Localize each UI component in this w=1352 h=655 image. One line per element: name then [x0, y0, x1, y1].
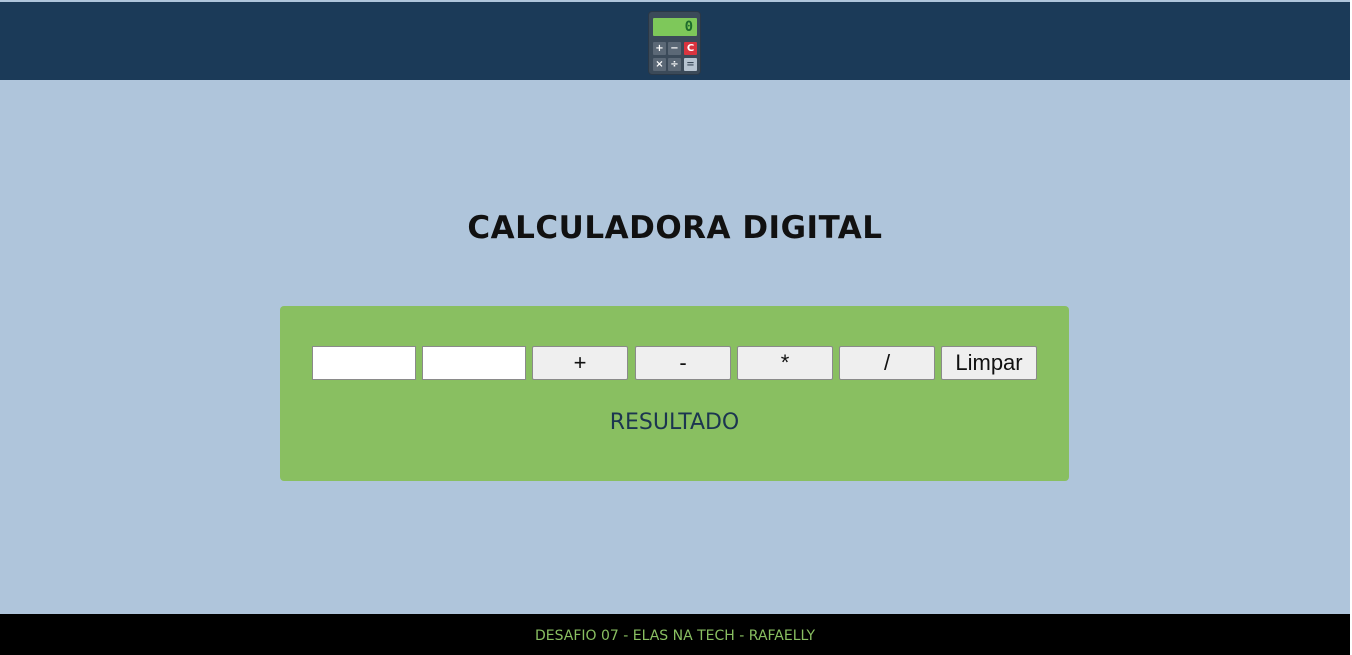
logo-key-times: × [653, 58, 666, 71]
calculator-logo-icon: 0 + − C × ÷ = [648, 11, 701, 75]
second-number-input[interactable] [422, 346, 526, 380]
add-button[interactable]: + [532, 346, 628, 380]
clear-button[interactable]: Limpar [941, 346, 1037, 380]
page-title: CALCULADORA DIGITAL [467, 210, 883, 246]
result-text: RESULTADO [609, 410, 740, 435]
logo-key-minus: − [668, 42, 681, 55]
logo-key-clear: C [684, 42, 697, 55]
logo-key-equals: = [684, 58, 697, 71]
subtract-button[interactable]: - [635, 346, 731, 380]
multiply-button[interactable]: * [737, 346, 833, 380]
header: 0 + − C × ÷ = [0, 2, 1350, 80]
calculator-panel: + - * / Limpar RESULTADO [280, 306, 1069, 481]
logo-key-divide: ÷ [668, 58, 681, 71]
footer: DESAFIO 07 - ELAS NA TECH - RAFAELLY [0, 614, 1350, 655]
footer-text: DESAFIO 07 - ELAS NA TECH - RAFAELLY [534, 628, 816, 644]
divide-button[interactable]: / [839, 346, 935, 380]
logo-key-plus: + [653, 42, 666, 55]
page: 0 + − C × ÷ = CALCULADORA DIGITAL + - * … [0, 0, 1350, 655]
first-number-input[interactable] [312, 346, 416, 380]
logo-screen: 0 [653, 18, 697, 36]
